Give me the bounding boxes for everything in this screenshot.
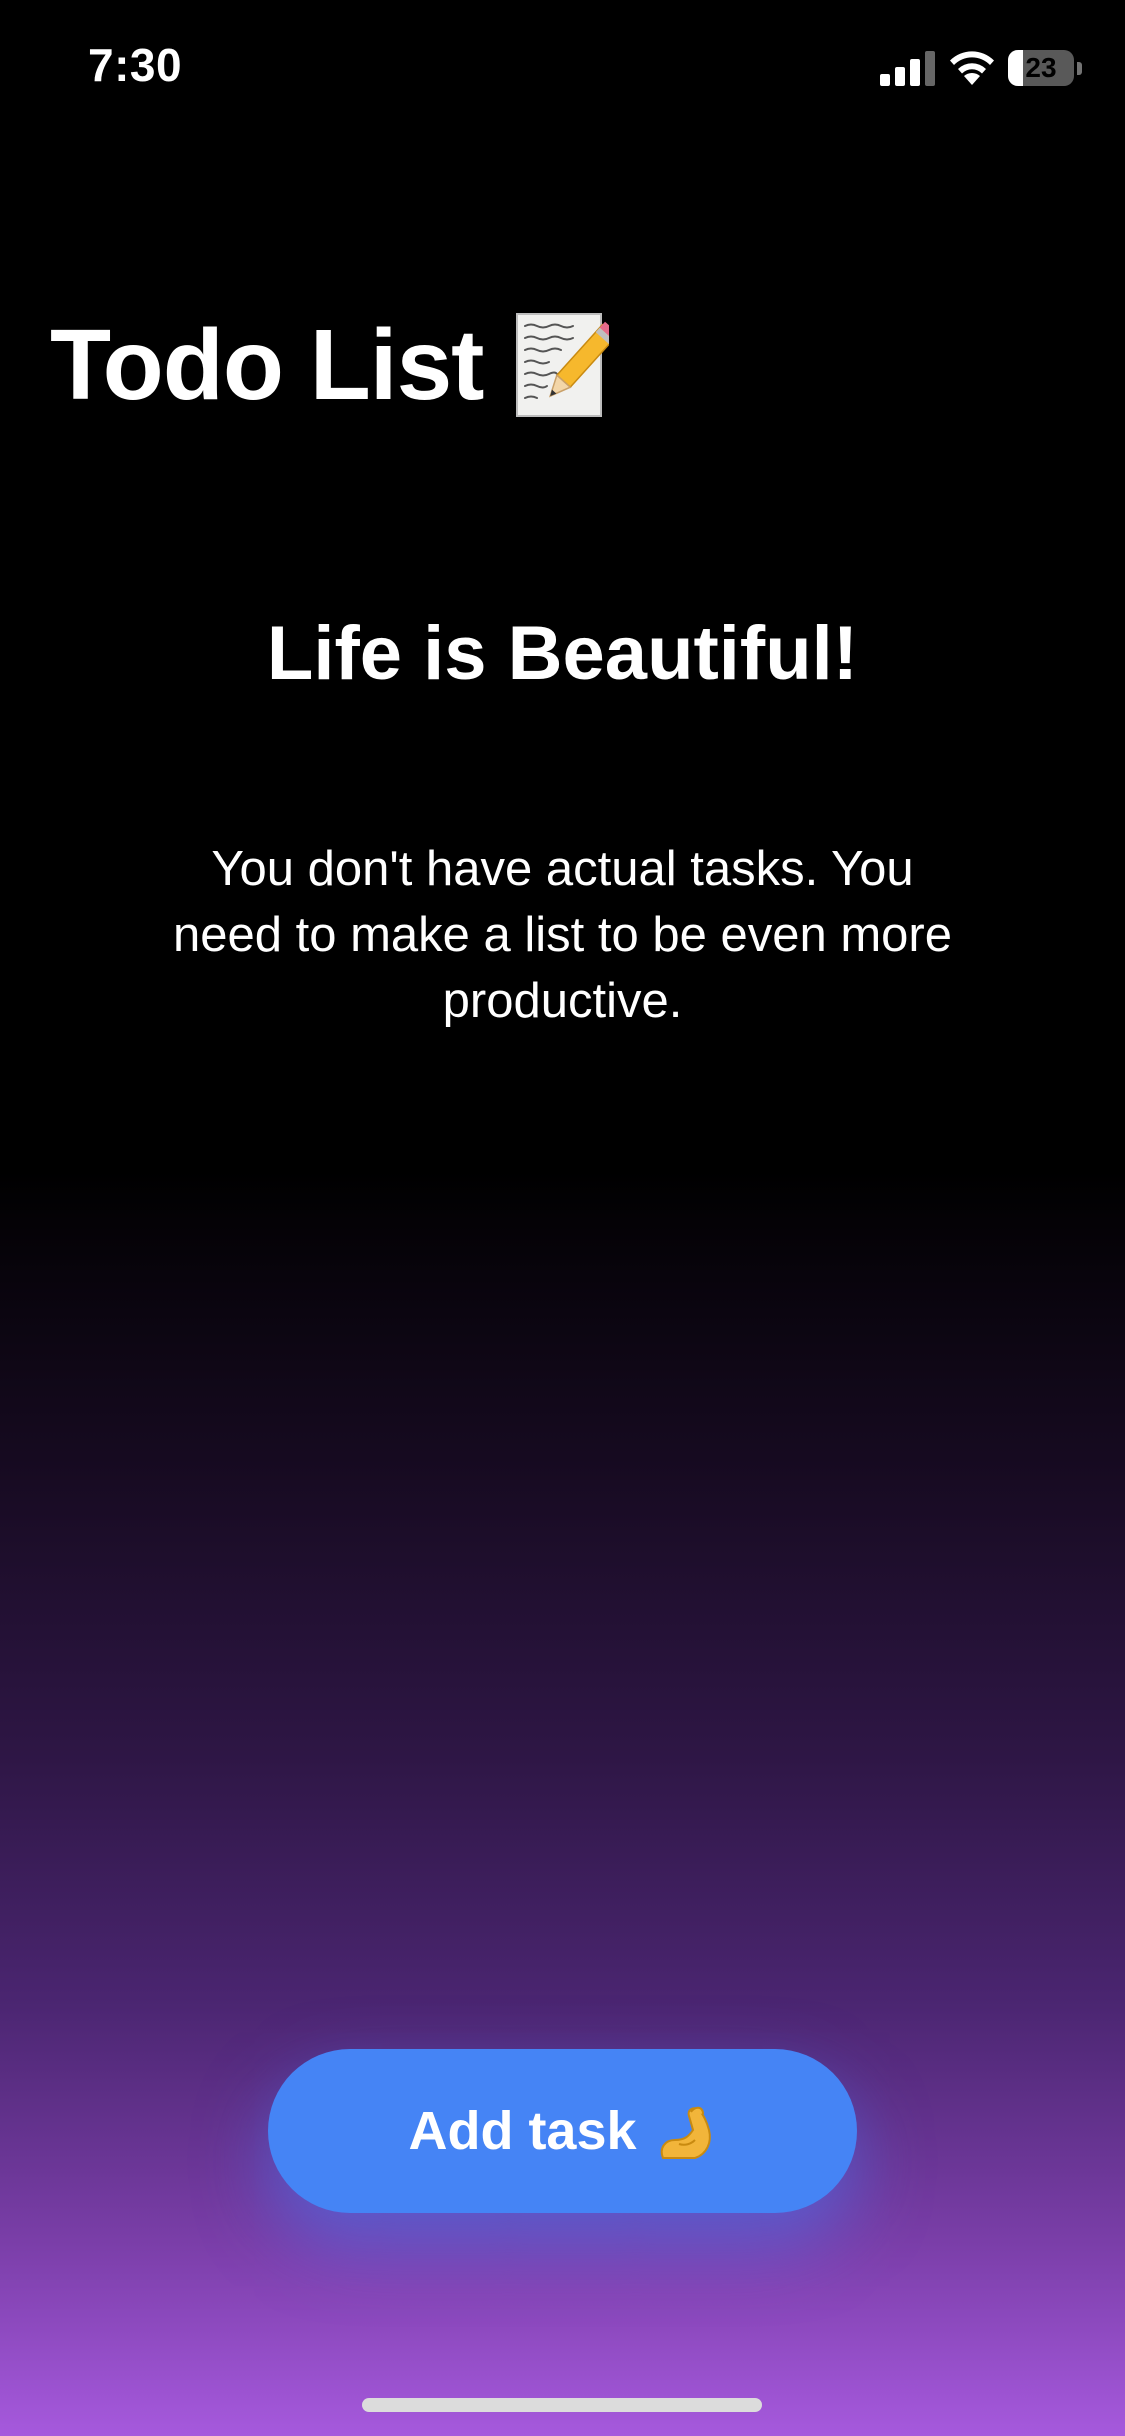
page-header: Todo List — [50, 300, 610, 430]
memo-icon — [516, 313, 610, 417]
add-task-button[interactable]: Add task — [268, 2049, 857, 2213]
battery-cap — [1077, 62, 1082, 75]
empty-state-title: Life is Beautiful! — [266, 611, 859, 696]
battery-level: 23 — [1025, 52, 1057, 83]
home-indicator[interactable] — [362, 2398, 762, 2412]
add-task-label: Add task — [408, 2101, 637, 2161]
status-bar: 7:30 23 — [0, 0, 1125, 140]
battery-icon: 23 — [1008, 50, 1082, 86]
empty-state-message: You don't have actual tasks. You need to… — [173, 842, 952, 1028]
signal-icon — [880, 51, 935, 86]
status-time: 7:30 — [88, 39, 183, 91]
wifi-icon — [950, 51, 994, 85]
flexed-biceps-icon — [660, 2106, 711, 2159]
battery-body: 23 — [1008, 50, 1074, 86]
page-title: Todo List — [50, 308, 484, 421]
